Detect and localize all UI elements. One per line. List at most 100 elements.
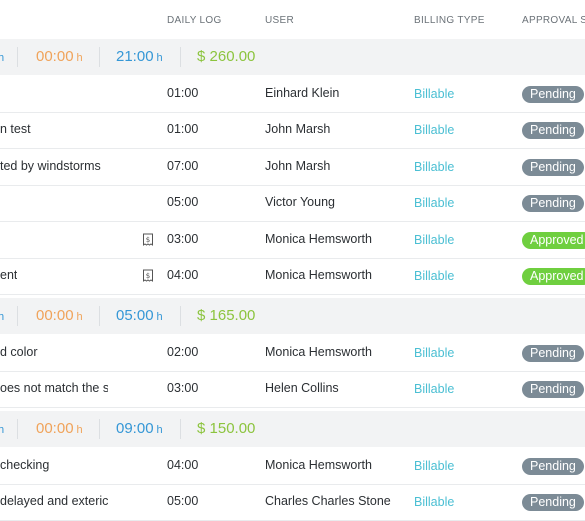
table-row[interactable]: 01:00 Einhard Klein Billable Pending	[0, 76, 585, 113]
user-name: John Marsh	[265, 158, 331, 173]
user-name: Monica Hemsworth	[265, 344, 372, 359]
group-total-hours-unit: h	[0, 311, 5, 323]
row-title[interactable]: ent	[0, 268, 17, 282]
billing-type: Billable	[414, 123, 455, 137]
group-summary-row[interactable]: h 00:00 h 05:00 h $ 165.00	[0, 298, 585, 334]
group-nonbillable-hours-unit: h	[76, 52, 83, 64]
row-title[interactable]: ted by windstorms	[0, 159, 101, 173]
divider	[17, 47, 18, 67]
billing-type: Billable	[414, 86, 455, 101]
status-badge[interactable]: Approved	[522, 231, 585, 249]
group-total-hours-unit: h	[0, 52, 5, 64]
column-header-approval-status[interactable]: APPROVAL ST	[522, 15, 585, 26]
daily-log-value: 05:00	[167, 494, 199, 508]
status-badge[interactable]: Pending	[522, 457, 584, 475]
table-row[interactable]: checking 04:00 Monica Hemsworth Billable Pen…	[0, 448, 585, 485]
divider	[180, 419, 181, 439]
group-billable-hours-value: 21:00	[116, 48, 154, 65]
column-header-user[interactable]: USER	[265, 15, 294, 26]
billing-type: Billable	[414, 458, 455, 473]
group-amount: $ 260.00	[197, 48, 256, 65]
status-badge[interactable]: Pending	[522, 122, 584, 139]
svg-text:$: $	[146, 236, 150, 244]
column-header-daily-log[interactable]: DAILY LOG	[167, 15, 222, 26]
billing-type: Billable	[414, 382, 455, 396]
billing-type: Billable	[414, 232, 455, 247]
user-name: Einhard Klein	[265, 85, 340, 100]
row-title[interactable]: oes not match the sp	[0, 381, 108, 395]
group-billable-hours: 09:00 h	[116, 420, 163, 437]
status-badge[interactable]: Pending	[522, 195, 584, 212]
table-row[interactable]: d color 02:00 Monica Hemsworth Billable Pend…	[0, 335, 585, 372]
daily-log-value: 01:00	[167, 85, 199, 100]
row-title[interactable]: n test	[0, 122, 31, 136]
daily-log-value: 03:00	[167, 231, 199, 246]
billing-type: Billable	[414, 269, 455, 283]
group-total-hours-unit: h	[0, 424, 5, 436]
group-billable-hours-value: 09:00	[116, 420, 154, 437]
table-row[interactable]: oes not match the sp 03:00 Helen Collins Bi…	[0, 371, 585, 408]
daily-log-value: 07:00	[167, 158, 199, 173]
group-nonbillable-hours-value: 00:00	[36, 307, 74, 324]
user-name: Monica Hemsworth	[265, 268, 372, 282]
row-title[interactable]: delayed and exteric	[0, 494, 108, 508]
group-amount: $ 165.00	[197, 307, 256, 324]
group-billable-hours-unit: h	[156, 424, 163, 436]
user-name: Victor Young	[265, 195, 335, 209]
daily-log-value: 05:00	[167, 195, 199, 209]
status-badge[interactable]: Pending	[522, 381, 584, 398]
group-amount: $ 150.00	[197, 420, 256, 437]
status-badge[interactable]: Pending	[522, 494, 584, 511]
receipt-icon[interactable]: $	[142, 269, 154, 282]
daily-log-value: 04:00	[167, 268, 199, 282]
user-name: Monica Hemsworth	[265, 457, 372, 472]
svg-text:$: $	[146, 272, 150, 280]
table-row[interactable]: ted by windstorms 07:00 John Marsh Billable…	[0, 149, 585, 186]
billing-type: Billable	[414, 345, 455, 360]
daily-log-value: 04:00	[167, 457, 199, 472]
group-billable-hours: 21:00 h	[116, 48, 163, 65]
user-name: Monica Hemsworth	[265, 231, 372, 246]
user-name: Helen Collins	[265, 381, 339, 395]
user-name: Charles Charles Stone	[265, 494, 391, 508]
group-billable-hours-unit: h	[156, 52, 163, 64]
group-summary-row[interactable]: h 00:00 h 21:00 h $ 260.00	[0, 39, 585, 75]
divider	[99, 306, 100, 326]
daily-log-value: 01:00	[167, 122, 199, 136]
divider	[99, 419, 100, 439]
table-row[interactable]: delayed and exteric 05:00 Charles Charles …	[0, 484, 585, 521]
table-header: DAILY LOG USER BILLING TYPE APPROVAL ST	[0, 0, 585, 40]
group-nonbillable-hours-value: 00:00	[36, 48, 74, 65]
status-badge[interactable]: Pending	[522, 158, 584, 176]
divider	[180, 47, 181, 67]
divider	[180, 306, 181, 326]
table-row[interactable]: 05:00 Victor Young Billable Pending	[0, 185, 585, 222]
table-row[interactable]: n test 01:00 John Marsh Billable Pending	[0, 112, 585, 149]
daily-log-value: 02:00	[167, 344, 199, 359]
group-billable-hours-value: 05:00	[116, 307, 154, 324]
divider	[17, 306, 18, 326]
receipt-icon[interactable]: $	[142, 233, 154, 246]
row-title[interactable]: d color	[0, 345, 38, 359]
group-summary-row[interactable]: h 00:00 h 09:00 h $ 150.00	[0, 411, 585, 447]
group-billable-hours-unit: h	[156, 311, 163, 323]
table-row[interactable]: $03:00 Monica Hemsworth Billable Approved	[0, 222, 585, 259]
group-nonbillable-hours: 00:00 h	[36, 48, 83, 65]
group-nonbillable-hours-unit: h	[76, 311, 83, 323]
status-badge[interactable]: Approved	[522, 268, 585, 285]
billing-type: Billable	[414, 495, 455, 509]
divider	[17, 419, 18, 439]
group-nonbillable-hours: 00:00 h	[36, 307, 83, 324]
billing-type: Billable	[414, 196, 455, 210]
table-row[interactable]: ent $04:00 Monica Hemsworth Billable Approve…	[0, 258, 585, 295]
group-nonbillable-hours: 00:00 h	[36, 420, 83, 437]
column-header-billing-type[interactable]: BILLING TYPE	[414, 15, 485, 26]
row-title[interactable]: checking	[0, 458, 49, 472]
group-nonbillable-hours-unit: h	[76, 424, 83, 436]
status-badge[interactable]: Pending	[522, 344, 584, 362]
group-billable-hours: 05:00 h	[116, 307, 163, 324]
status-badge[interactable]: Pending	[522, 85, 584, 103]
billing-type: Billable	[414, 159, 455, 174]
divider	[99, 47, 100, 67]
daily-log-value: 03:00	[167, 381, 199, 395]
